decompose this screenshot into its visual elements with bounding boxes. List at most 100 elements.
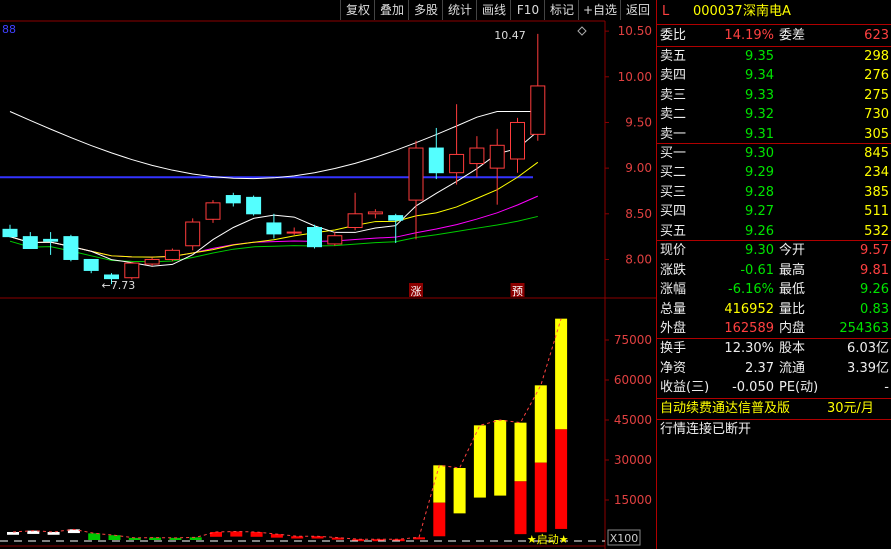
candle-body xyxy=(2,228,18,238)
fund-label: 股本 xyxy=(779,341,806,356)
candle-body xyxy=(347,213,363,229)
stats-value: -0.61 xyxy=(740,262,774,278)
asks-volume: 305 xyxy=(864,126,889,142)
stock-code: 000037 xyxy=(693,4,743,19)
candle-body xyxy=(185,221,201,247)
asks-row[interactable]: 卖一 9.31 305 xyxy=(657,125,891,144)
promo-row[interactable]: 自动续费通达信普及版 30元/月 xyxy=(657,399,891,418)
fund-label: 换手 xyxy=(660,341,687,356)
volume-bar xyxy=(473,425,486,498)
asks-label: 卖三 xyxy=(660,87,687,103)
stats-label: 总量 xyxy=(660,301,687,317)
bids-row[interactable]: 买二 9.29 234 xyxy=(657,163,891,182)
asks-volume: 276 xyxy=(864,68,889,84)
fund-label: 净资 xyxy=(660,360,687,376)
fund-value: 3.39亿 xyxy=(847,360,889,376)
weibi-value: 14.19% xyxy=(724,28,774,43)
stats-row: 涨幅 -6.16% 最低 9.26 xyxy=(657,280,891,299)
diamond-icon xyxy=(577,26,587,36)
bids-volume: 234 xyxy=(864,165,889,181)
volume-tick-label: 60000 xyxy=(614,373,652,387)
asks-label: 卖一 xyxy=(660,126,687,142)
candle-body xyxy=(225,195,241,204)
asks-volume: 730 xyxy=(864,107,889,123)
asks-label: 卖四 xyxy=(660,68,687,84)
bids-price: 9.28 xyxy=(745,184,774,200)
volume-bar xyxy=(108,535,121,540)
volume-tick-label: 75000 xyxy=(614,333,652,347)
candle-body xyxy=(104,274,119,280)
volume-bar-upper xyxy=(514,422,527,482)
volume-bar-lower xyxy=(433,502,446,537)
stats-label: 内盘 xyxy=(779,321,806,336)
status-row: 行情连接已断开 xyxy=(657,420,891,439)
stats-row: 外盘 162589 内盘 254363 xyxy=(657,319,891,338)
volume-bar xyxy=(88,533,101,540)
stats-value: 9.30 xyxy=(745,243,774,258)
fund-label: PE(动) xyxy=(779,380,819,395)
candle-body xyxy=(164,249,180,260)
volume-bar xyxy=(230,531,243,537)
stats-label: 今开 xyxy=(779,243,806,258)
quote-header: L 000037 深南电A xyxy=(657,2,891,21)
stats-value: 9.26 xyxy=(860,282,889,297)
list-marker: L xyxy=(662,4,670,19)
promo-text[interactable]: 自动续费通达信普及版 xyxy=(660,399,790,418)
candle-body xyxy=(408,147,424,201)
start-signal: ★启动★ xyxy=(527,533,569,546)
stats-value: 9.81 xyxy=(860,262,889,278)
asks-label: 卖五 xyxy=(660,49,687,64)
candle-body xyxy=(22,236,38,250)
fund-value: 2.37 xyxy=(745,360,774,376)
price-tick-label: 9.50 xyxy=(625,115,652,129)
volume-tick-label: 30000 xyxy=(614,453,652,467)
candle-body xyxy=(63,236,79,260)
fund-label: 流通 xyxy=(779,360,806,376)
stats-value: 254363 xyxy=(839,321,889,336)
asks-row[interactable]: 卖五 9.35 298 xyxy=(657,47,891,66)
asks-row[interactable]: 卖四 9.34 276 xyxy=(657,66,891,85)
stats-value: 0.83 xyxy=(860,301,889,317)
candle-body xyxy=(286,231,302,234)
fund-label: 收益(三) xyxy=(660,380,710,395)
asks-row[interactable]: 卖三 9.33 275 xyxy=(657,86,891,105)
candle-body xyxy=(428,147,444,174)
weibi-label: 委比 xyxy=(660,28,687,43)
connection-status: 行情连接已断开 xyxy=(660,422,752,437)
fund-value: - xyxy=(884,380,889,395)
bids-label: 买五 xyxy=(660,223,687,239)
candle-body xyxy=(510,121,525,160)
candle-body xyxy=(367,211,383,215)
candle-body xyxy=(449,153,465,174)
bids-row[interactable]: 买一 9.30 845 xyxy=(657,144,891,163)
fund-value: 6.03亿 xyxy=(847,341,889,356)
price-tick-label: 9.00 xyxy=(625,161,652,175)
bids-label: 买四 xyxy=(660,204,687,220)
bids-price: 9.30 xyxy=(745,146,774,161)
stats-value: 162589 xyxy=(724,321,774,336)
asks-volume: 275 xyxy=(864,87,889,103)
candle-body xyxy=(124,262,140,279)
promo-price[interactable]: 30元/月 xyxy=(827,399,874,418)
bids-row[interactable]: 买三 9.28 385 xyxy=(657,183,891,202)
stats-value: 9.57 xyxy=(860,243,889,258)
kline-chart[interactable]: 88 10.50 10.00 9.50 9.00 8.50 8.00 75000 60000 45… xyxy=(0,0,656,549)
bids-label: 买一 xyxy=(660,146,687,161)
volume-bar-lower xyxy=(514,481,527,535)
bids-row[interactable]: 买四 9.27 511 xyxy=(657,202,891,221)
bids-row[interactable]: 买五 9.26 532 xyxy=(657,222,891,241)
volume-bar-lower xyxy=(555,429,568,529)
stats-row: 涨跌 -0.61 最高 9.81 xyxy=(657,261,891,280)
bids-volume: 532 xyxy=(864,223,889,239)
volume-bar-lower xyxy=(534,462,547,533)
asks-row[interactable]: 卖二 9.32 730 xyxy=(657,105,891,124)
volume-bar-upper xyxy=(433,465,446,503)
candle-body xyxy=(469,147,485,165)
stats-label: 涨幅 xyxy=(660,282,687,297)
candle-body xyxy=(43,238,59,242)
volume-bar xyxy=(7,532,19,535)
event-mark-label: 预 xyxy=(512,285,523,298)
stats-label: 量比 xyxy=(779,301,806,317)
price-tick-label: 10.50 xyxy=(618,24,652,38)
candle-body xyxy=(530,85,546,135)
